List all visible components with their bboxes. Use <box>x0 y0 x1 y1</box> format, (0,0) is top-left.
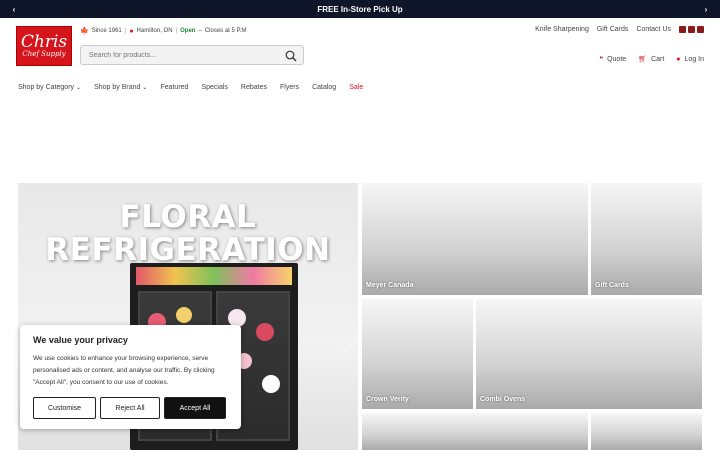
tile-label: Crown Verity <box>366 396 409 403</box>
search-input[interactable] <box>89 51 279 59</box>
quote-link[interactable]: ❝ Quote <box>599 55 626 63</box>
hero-title-line1: FLORAL <box>119 199 257 235</box>
cookie-consent-dialog: We value your privacy We use cookies to … <box>20 325 241 429</box>
chevron-down-icon: ⌄ <box>76 85 82 91</box>
category-tile[interactable] <box>362 413 588 450</box>
cart-label: Cart <box>651 56 665 63</box>
category-tile[interactable]: Combi Ovens <box>476 299 702 409</box>
quote-icon: ❝ <box>599 56 604 63</box>
logo-line1: Chris <box>20 32 68 52</box>
facebook-icon[interactable] <box>697 26 704 33</box>
user-links: ❝ Quote 🛒︎ Cart ● Log In <box>599 55 704 64</box>
top-links: Knife Sharpening Gift Cards Contact Us <box>535 26 704 33</box>
tile-label: Combi Ovens <box>480 396 526 403</box>
login-link[interactable]: ● Log In <box>676 56 704 63</box>
hours-text: Closes at 5 P.M <box>204 28 247 34</box>
announcement-bar: ‹ FREE In-Store Pick Up › <box>0 0 720 18</box>
nav-flyers[interactable]: Flyers <box>280 84 299 91</box>
hero-title: FLORAL REFRIGERATION <box>18 201 358 267</box>
chevron-down-icon: ⌄ <box>142 85 148 91</box>
nav-shop-by-category[interactable]: Shop by Category ⌄ <box>18 84 81 91</box>
customise-button[interactable]: Customise <box>33 397 96 419</box>
tile-label: Gift Cards <box>595 282 629 289</box>
since-text: Since 1961 <box>91 28 122 34</box>
open-status: Open <box>180 28 196 34</box>
nav-catalog[interactable]: Catalog <box>312 84 336 91</box>
login-label: Log In <box>684 55 704 63</box>
location-text[interactable]: Hamilton, ON <box>137 28 173 34</box>
nav-featured[interactable]: Featured <box>160 84 188 91</box>
category-tile[interactable]: Gift Cards <box>591 183 702 295</box>
maple-leaf-icon: 🍁 <box>80 28 89 35</box>
category-tile[interactable]: Meyer Canada <box>362 183 588 295</box>
top-link-contact-us[interactable]: Contact Us <box>636 26 671 33</box>
cookie-buttons: Customise Reject All Accept All <box>33 397 226 419</box>
separator: | <box>124 28 127 34</box>
nav-rebates[interactable]: Rebates <box>241 84 267 91</box>
cookie-title: We value your privacy <box>33 335 128 345</box>
cart-icon: 🛒︎ <box>638 56 648 63</box>
cart-link[interactable]: 🛒︎ Cart <box>638 55 664 63</box>
location-pin-icon: ● <box>129 27 134 35</box>
tile-label: Meyer Canada <box>366 282 414 289</box>
announcement-prev-arrow[interactable]: ‹ <box>4 0 24 18</box>
user-icon: ● <box>676 55 681 63</box>
nav-shop-by-brand[interactable]: Shop by Brand ⌄ <box>94 84 147 91</box>
category-tile[interactable]: Crown Verity <box>362 299 473 409</box>
social-icons <box>679 26 704 33</box>
nav-shop-by-category-label: Shop by Category <box>18 84 75 91</box>
top-link-knife-sharpening[interactable]: Knife Sharpening <box>535 26 589 33</box>
category-tile[interactable] <box>591 413 702 450</box>
cooler-header-graphic <box>136 267 292 285</box>
flower-decoration <box>176 307 192 323</box>
site-logo[interactable]: Chris Chef Supply <box>16 26 72 66</box>
linkedin-icon[interactable] <box>688 26 695 33</box>
search-bar <box>80 45 304 65</box>
nav-specials[interactable]: Specials <box>201 84 227 91</box>
hours-dash: – <box>198 28 202 34</box>
store-meta: 🍁 Since 1961 | ● Hamilton, ON | Open – C… <box>80 27 247 36</box>
flower-decoration <box>256 323 274 341</box>
flower-decoration <box>262 375 280 393</box>
announcement-text: FREE In-Store Pick Up <box>317 4 403 14</box>
instagram-icon[interactable] <box>679 26 686 33</box>
announcement-next-arrow[interactable]: › <box>696 0 716 18</box>
accept-all-button[interactable]: Accept All <box>164 397 226 419</box>
nav-sale[interactable]: Sale <box>349 84 363 91</box>
search-icon[interactable] <box>285 50 297 62</box>
separator: | <box>175 28 178 34</box>
top-link-gift-cards[interactable]: Gift Cards <box>597 26 629 33</box>
cookie-body: We use cookies to enhance your browsing … <box>33 355 215 386</box>
main-nav: Shop by Category ⌄ Shop by Brand ⌄ Feature… <box>18 84 363 91</box>
quote-label: Quote <box>607 56 627 63</box>
reject-all-button[interactable]: Reject All <box>100 397 160 419</box>
hero-next-arrow[interactable]: › <box>342 344 346 358</box>
logo-line2: Chef Supply <box>22 50 66 58</box>
nav-shop-by-brand-label: Shop by Brand <box>94 84 141 91</box>
